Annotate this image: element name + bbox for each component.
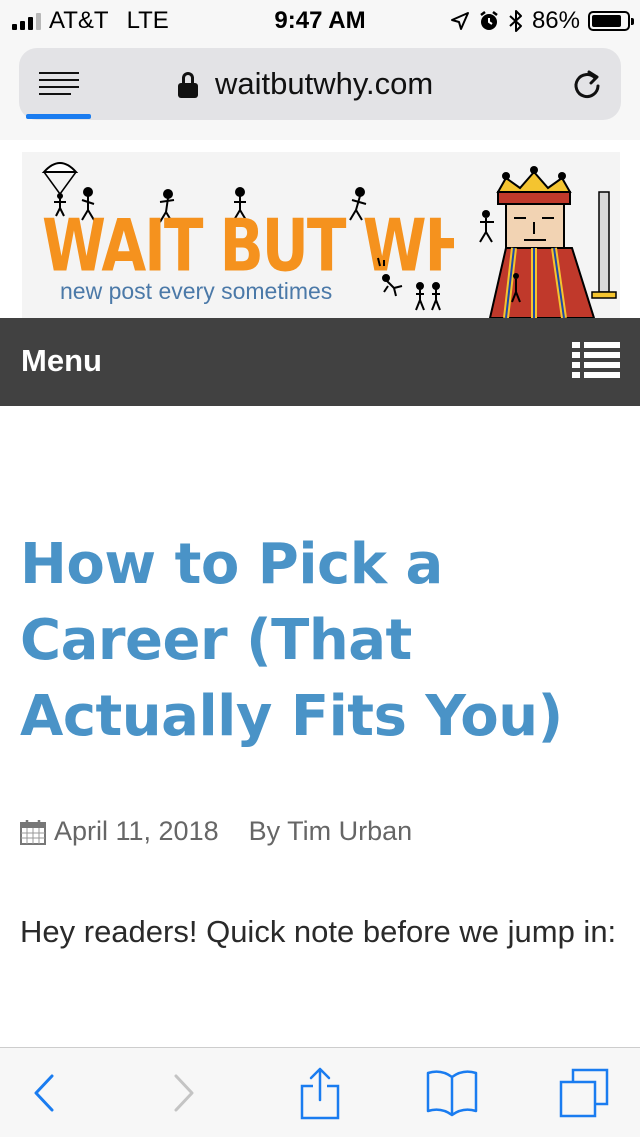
article-title[interactable]: How to Pick a Career (That Actually Fits… xyxy=(20,527,620,755)
safari-toolbar xyxy=(0,1047,640,1137)
list-menu-icon[interactable] xyxy=(572,342,620,380)
location-arrow-icon xyxy=(450,12,469,30)
forward-button[interactable] xyxy=(154,1048,214,1137)
tabs-button[interactable] xyxy=(554,1048,614,1137)
status-bar: AT&T LTE 9:47 AM 86% xyxy=(0,0,640,42)
alarm-icon xyxy=(480,11,498,30)
article-paragraph: Hey readers! Quick note before we jump i… xyxy=(20,914,617,949)
lock-icon xyxy=(178,72,198,98)
bookmarks-icon xyxy=(426,1069,478,1116)
falling-stickmen-graphic xyxy=(377,257,441,311)
share-button[interactable] xyxy=(290,1048,350,1137)
site-menu-bar[interactable]: Menu xyxy=(0,318,640,406)
bluetooth-icon xyxy=(509,10,522,32)
reload-icon[interactable] xyxy=(571,68,603,100)
status-right: 86% xyxy=(450,7,634,35)
article-author[interactable]: By Tim Urban xyxy=(249,816,413,847)
menu-label[interactable]: Menu xyxy=(21,343,102,379)
back-button[interactable] xyxy=(14,1048,74,1137)
battery-percent: 86% xyxy=(531,7,580,34)
king-card-graphic xyxy=(454,152,620,318)
bookmarks-button[interactable] xyxy=(422,1048,482,1137)
battery-icon xyxy=(588,11,634,31)
url-text[interactable]: waitbutwhy.com xyxy=(215,66,433,102)
forward-chevron-icon xyxy=(174,1074,194,1111)
tabs-icon xyxy=(559,1068,609,1117)
site-tagline: new post every sometimes xyxy=(60,278,333,304)
url-field[interactable]: waitbutwhy.com xyxy=(19,48,621,120)
article-meta: April 11, 2018 By Tim Urban xyxy=(20,816,412,847)
load-progress-bar xyxy=(26,114,91,119)
site-banner[interactable]: WAIT BUT WHY new post every sometimes xyxy=(0,140,640,318)
back-chevron-icon xyxy=(34,1074,54,1111)
battery-fill xyxy=(592,15,622,27)
calendar-icon xyxy=(20,819,46,845)
article-date: April 11, 2018 xyxy=(54,816,219,846)
reader-view-icon[interactable] xyxy=(39,72,79,100)
address-area: waitbutwhy.com xyxy=(0,42,640,141)
share-icon xyxy=(300,1067,340,1119)
